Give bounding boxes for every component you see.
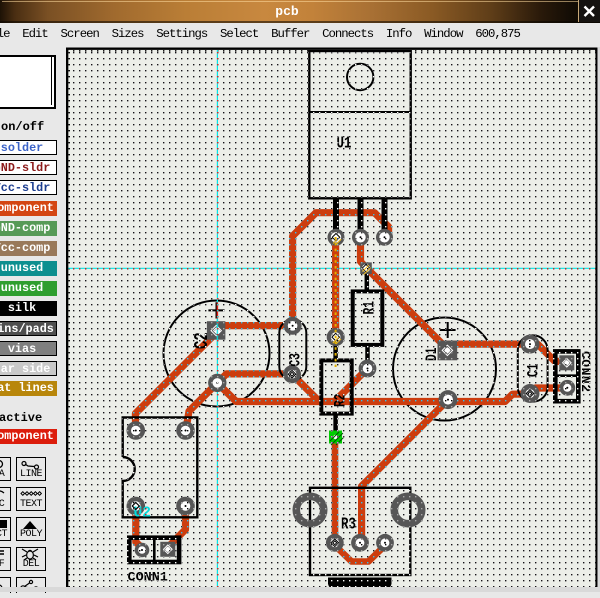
svg-text:CONN1: CONN1 (128, 571, 168, 586)
svg-text:C2: C2 (191, 332, 213, 349)
svg-text:C1: C1 (526, 364, 543, 377)
svg-text:CONN2: CONN2 (578, 351, 593, 392)
svg-text:C3: C3 (288, 353, 305, 366)
svg-text:U2: U2 (134, 505, 151, 521)
svg-text:R1: R1 (362, 301, 379, 314)
svg-text:U1: U1 (337, 135, 352, 153)
svg-text:R3: R3 (341, 516, 356, 534)
svg-text:D1: D1 (424, 348, 441, 361)
svg-text:R2: R2 (333, 394, 350, 407)
